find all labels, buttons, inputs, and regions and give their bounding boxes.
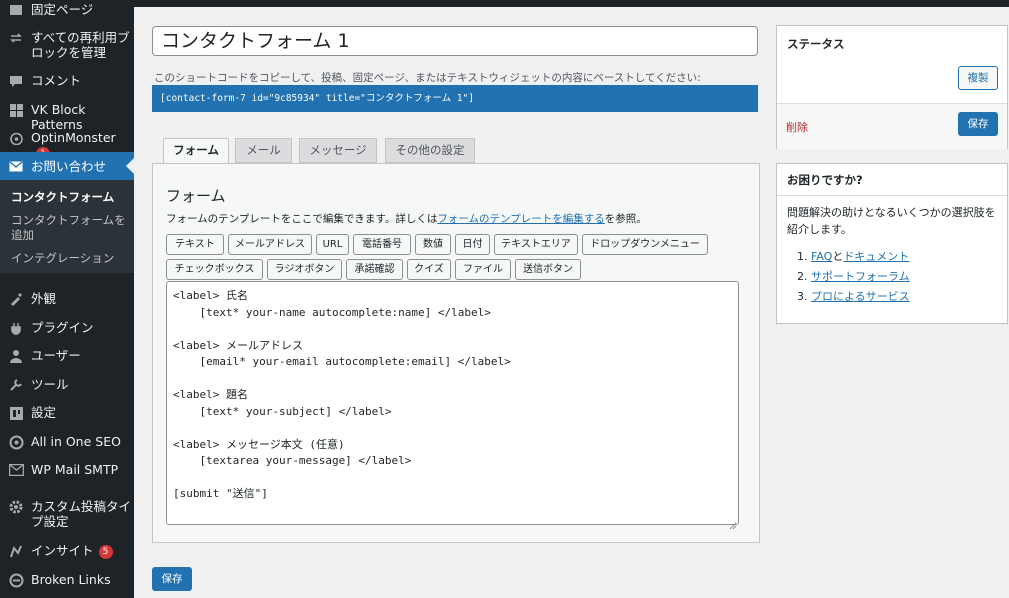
sidebar-item-reusable-blocks[interactable]: すべての再利用ブロックを管理 <box>0 30 134 60</box>
active-menu-arrow <box>126 158 134 174</box>
status-title: ステータス <box>787 37 845 51</box>
tag-button-dropdown[interactable]: ドロップダウンメニュー <box>582 234 708 255</box>
tag-button-acceptance[interactable]: 承諾確認 <box>346 259 403 280</box>
sidebar-item-wp-mail-smtp[interactable]: WP Mail SMTP <box>0 462 134 478</box>
sidebar-item-appearance[interactable]: 外観 <box>0 291 134 307</box>
tag-button-checkbox[interactable]: チェックボックス <box>166 259 263 280</box>
sidebar-item-pages[interactable]: 固定ページ <box>0 2 134 18</box>
admin-top-bar <box>134 0 1009 7</box>
tag-button-email[interactable]: メールアドレス <box>228 234 312 255</box>
status-box: ステータス 複製 削除 保存 <box>776 25 1008 149</box>
support-forum-link[interactable]: サポートフォーラム <box>811 270 910 283</box>
form-template-editor[interactable]: <label> 氏名 [text* your-name autocomplete… <box>166 281 739 525</box>
panel-description: フォームのテンプレートをここで編集できます。詳しくはフォームのテンプレートを編集… <box>166 213 647 225</box>
plugins-icon <box>8 320 24 336</box>
panel-title: フォーム <box>166 187 226 205</box>
reusable-blocks-icon <box>8 30 24 46</box>
optinmonster-icon <box>8 130 24 146</box>
sidebar-item-insights[interactable]: インサイト 5 <box>0 543 134 559</box>
documentation-link[interactable]: ドキュメント <box>843 250 909 263</box>
appearance-icon <box>8 291 24 307</box>
help-list-item: 3. プロによるサービス <box>797 290 910 303</box>
tag-button-submit[interactable]: 送信ボタン <box>515 259 581 280</box>
tab-mail[interactable]: メール <box>235 138 292 163</box>
faq-link[interactable]: FAQ <box>811 250 832 263</box>
sidebar-item-comments[interactable]: コメント <box>0 73 134 89</box>
save-button-bottom[interactable]: 保存 <box>152 567 192 591</box>
help-box: お困りですか? 問題解決の助けとなるいくつかの選択肢を紹介します。 1. FAQ… <box>776 163 1008 324</box>
sidebar-item-broken-links[interactable]: Broken Links <box>0 572 134 588</box>
tab-messages[interactable]: メッセージ <box>299 138 377 163</box>
tag-button-radio[interactable]: ラジオボタン <box>267 259 342 280</box>
tag-button-text[interactable]: テキスト <box>166 234 224 255</box>
sidebar-item-settings[interactable]: 設定 <box>0 405 134 421</box>
shortcode-description: このショートコードをコピーして、投稿、固定ページ、またはテキストウィジェットの内… <box>154 72 701 84</box>
resize-handle-icon[interactable] <box>729 515 737 530</box>
shortcode-field[interactable]: [contact-form-7 id="9c85934" title="コンタク… <box>152 85 758 112</box>
gear-icon <box>8 499 24 515</box>
divider <box>777 195 1007 196</box>
tag-button-quiz[interactable]: クイズ <box>407 259 451 280</box>
mail-icon <box>8 158 24 174</box>
form-title-input[interactable]: コンタクトフォーム 1 <box>152 26 758 56</box>
pages-icon <box>8 2 24 18</box>
sidebar-item-contact[interactable]: お問い合わせ <box>0 152 134 180</box>
tag-button-number[interactable]: 数値 <box>415 234 451 255</box>
submenu-contact-forms[interactable]: コンタクトフォーム <box>11 190 114 205</box>
sidebar-item-custom-post-types[interactable]: カスタム投稿タイプ設定 <box>0 499 134 529</box>
tag-button-textarea[interactable]: テキストエリア <box>494 234 578 255</box>
broken-links-icon <box>8 572 24 588</box>
delete-link[interactable]: 削除 <box>786 119 808 135</box>
help-list-item: 1. FAQとドキュメント <box>797 250 910 263</box>
seo-icon <box>8 434 24 450</box>
submenu-integration[interactable]: インテグレーション <box>11 251 114 266</box>
wp-mail-icon <box>8 462 24 478</box>
save-button[interactable]: 保存 <box>958 112 998 136</box>
tag-button-date[interactable]: 日付 <box>455 234 490 255</box>
tab-other-settings[interactable]: その他の設定 <box>385 138 475 163</box>
sidebar-item-tools[interactable]: ツール <box>0 377 134 393</box>
help-text: 問題解決の助けとなるいくつかの選択肢を紹介します。 <box>787 206 996 236</box>
sidebar-item-plugins[interactable]: プラグイン <box>0 320 134 336</box>
duplicate-button[interactable]: 複製 <box>958 66 998 90</box>
contact-submenu: コンタクトフォーム コンタクトフォームを追加 インテグレーション <box>0 180 134 273</box>
form-template-docs-link[interactable]: フォームのテンプレートを編集する <box>437 213 604 225</box>
admin-sidebar: 固定ページ すべての再利用ブロックを管理 コメント VK Block Patte… <box>0 0 134 598</box>
status-actions: 削除 保存 <box>777 103 1007 149</box>
notification-badge: 5 <box>98 545 113 559</box>
insights-icon <box>8 543 24 559</box>
help-title: お困りですか? <box>787 173 863 187</box>
sidebar-item-users[interactable]: ユーザー <box>0 348 134 364</box>
tag-button-url[interactable]: URL <box>316 234 349 255</box>
tools-icon <box>8 377 24 393</box>
grid-icon <box>8 102 24 118</box>
help-list-item: 2. サポートフォーラム <box>797 270 910 283</box>
tag-button-file[interactable]: ファイル <box>455 259 511 280</box>
comments-icon <box>8 73 24 89</box>
sidebar-item-vk-block-patterns[interactable]: VK Block Patterns <box>0 102 134 132</box>
pro-services-link[interactable]: プロによるサービス <box>811 290 910 303</box>
settings-icon <box>8 405 24 421</box>
tag-button-tel[interactable]: 電話番号 <box>353 234 411 255</box>
sidebar-item-all-in-one-seo[interactable]: All in One SEO <box>0 434 134 450</box>
users-icon <box>8 348 24 364</box>
submenu-add-contact-form[interactable]: コンタクトフォームを追加 <box>11 213 126 243</box>
tab-form-active[interactable]: フォーム <box>163 138 229 164</box>
